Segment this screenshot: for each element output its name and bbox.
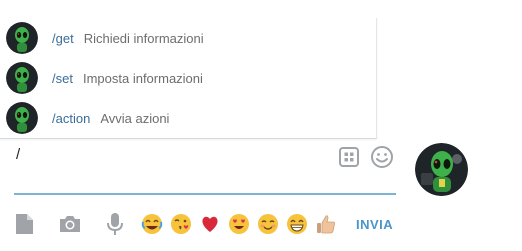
- bot-avatar: [6, 102, 38, 134]
- user-avatar[interactable]: [415, 143, 468, 196]
- command-item-set[interactable]: /set Imposta informazioni: [0, 58, 376, 98]
- emoji-tears-of-joy[interactable]: [140, 212, 164, 236]
- emoji-smiling-blush[interactable]: [256, 212, 280, 236]
- command-description: Richiedi informazioni: [83, 30, 204, 46]
- emoji-thumbs-up[interactable]: [314, 212, 338, 236]
- attach-file-icon[interactable]: [12, 212, 36, 236]
- input-underline: [14, 193, 396, 195]
- chat-compose-area: /get Richiedi informazioni /set Imposta …: [0, 0, 522, 251]
- command-name: /get: [52, 30, 74, 46]
- emoji-kiss[interactable]: [169, 212, 193, 236]
- emoji-panel-icon[interactable]: [369, 144, 395, 170]
- microphone-icon[interactable]: [103, 212, 127, 236]
- bot-avatar: [6, 62, 38, 94]
- message-input[interactable]: /: [16, 146, 20, 163]
- command-name: /action: [52, 110, 91, 126]
- command-description: Imposta informazioni: [82, 70, 203, 86]
- send-button[interactable]: INVIA: [356, 217, 393, 232]
- command-item-action[interactable]: /action Avvia azioni: [0, 98, 376, 138]
- emoji-grinning[interactable]: [285, 212, 309, 236]
- command-item-get[interactable]: /get Richiedi informazioni: [0, 18, 376, 58]
- bot-avatar: [6, 22, 38, 54]
- command-description: Avvia azioni: [100, 110, 170, 126]
- camera-icon[interactable]: [58, 212, 82, 236]
- emoji-red-heart[interactable]: [198, 212, 222, 236]
- emoji-heart-eyes[interactable]: [227, 212, 251, 236]
- command-name: /set: [52, 70, 73, 86]
- command-suggestions: /get Richiedi informazioni /set Imposta …: [0, 18, 377, 139]
- bot-commands-icon[interactable]: [338, 146, 360, 168]
